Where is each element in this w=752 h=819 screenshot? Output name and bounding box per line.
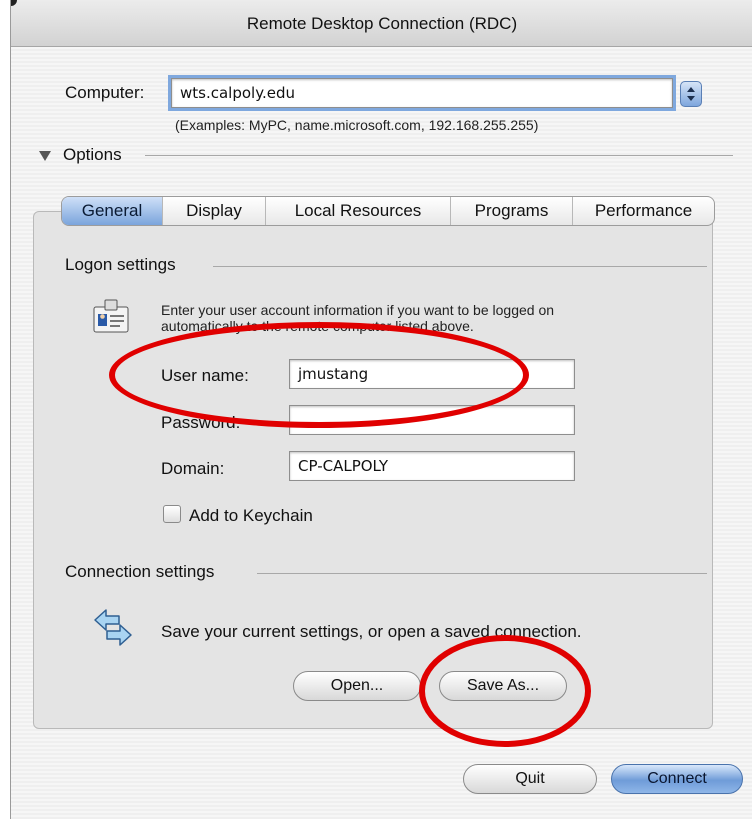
connect-button[interactable]: Connect: [611, 764, 743, 794]
save-as-button[interactable]: Save As...: [439, 671, 567, 701]
open-button[interactable]: Open...: [293, 671, 421, 701]
logon-info-line2: automatically to the remote computer lis…: [161, 318, 474, 334]
rdc-window: Remote Desktop Connection (RDC) Computer…: [10, 0, 752, 819]
window-title: Remote Desktop Connection (RDC): [246, 14, 518, 33]
options-disclosure-icon[interactable]: [39, 151, 51, 161]
password-input[interactable]: [289, 405, 575, 435]
tab-bar: General Display Local Resources Programs…: [61, 196, 715, 226]
connection-settings-heading: Connection settings: [65, 562, 215, 581]
keychain-label[interactable]: Add to Keychain: [189, 506, 313, 526]
id-card-icon: [93, 299, 129, 333]
password-label: Password:: [161, 413, 241, 432]
window-corner: [11, 0, 17, 6]
keychain-checkbox[interactable]: [163, 505, 181, 523]
computer-input[interactable]: wts.calpoly.edu: [168, 75, 676, 111]
computer-label: Computer:: [65, 83, 145, 102]
tab-local-resources[interactable]: Local Resources: [266, 197, 451, 225]
tab-display[interactable]: Display: [163, 197, 266, 225]
swap-arrows-icon: [94, 609, 132, 646]
connection-divider: [257, 573, 707, 574]
options-divider: [145, 155, 733, 156]
logon-settings-heading: Logon settings: [65, 255, 176, 274]
quit-button[interactable]: Quit: [463, 764, 597, 794]
tab-general[interactable]: General: [62, 197, 163, 225]
tab-programs[interactable]: Programs: [451, 197, 573, 225]
domain-input[interactable]: CP-CALPOLY: [289, 451, 575, 481]
username-input[interactable]: jmustang: [289, 359, 575, 389]
title-bar[interactable]: Remote Desktop Connection (RDC): [11, 0, 752, 47]
computer-examples-text: (Examples: MyPC, name.microsoft.com, 192…: [175, 117, 539, 133]
logon-divider: [213, 266, 707, 267]
connection-info-text: Save your current settings, or open a sa…: [161, 622, 582, 641]
computer-history-stepper-icon[interactable]: [680, 81, 702, 107]
username-label: User name:: [161, 366, 249, 385]
options-label[interactable]: Options: [63, 145, 122, 165]
domain-label: Domain:: [161, 459, 225, 478]
tab-performance[interactable]: Performance: [573, 197, 714, 225]
logon-info-line1: Enter your user account information if y…: [161, 302, 555, 318]
